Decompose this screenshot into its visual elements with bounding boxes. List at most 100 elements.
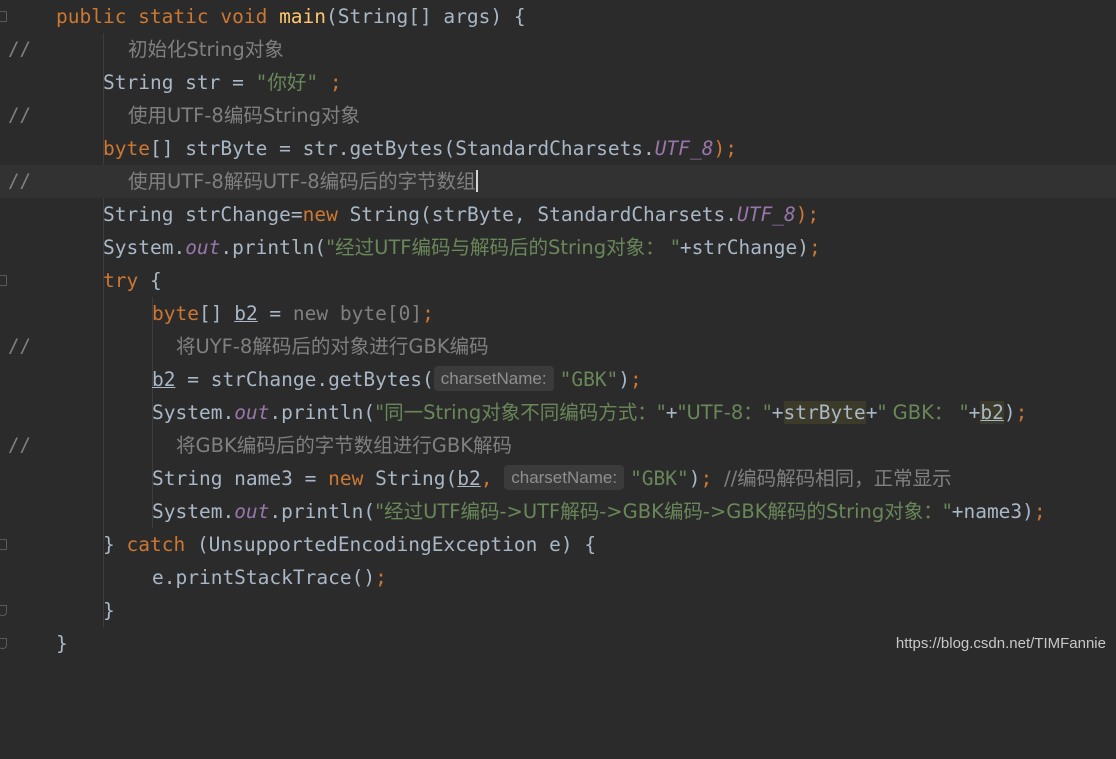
code-token: main (279, 5, 327, 28)
code-token: public static void (56, 5, 280, 28)
code-token: "同一String对象不同编码方式：" (375, 401, 666, 424)
code-token: new (328, 467, 376, 490)
code-token: new byte[0] (292, 302, 423, 325)
code-line[interactable]: try { (0, 264, 1116, 297)
text-caret (475, 170, 478, 192)
code-token: String(strByte, StandardCharsets. (349, 203, 737, 226)
code-token: ) (1003, 401, 1016, 424)
code-token: UTF_8 (654, 137, 714, 160)
code-token: ; (1033, 500, 1046, 523)
code-token: (UnsupportedEncodingException e) { (196, 533, 597, 556)
comment-marker: // (8, 170, 31, 192)
code-token: ; (630, 368, 642, 391)
code-token: ) (618, 368, 631, 391)
code-token: System. (152, 500, 235, 523)
code-token: .println( (269, 500, 376, 523)
code-line[interactable]: String str = "你好" ; (0, 66, 1116, 99)
gutter (0, 495, 44, 528)
comment-marker: // (8, 335, 31, 357)
code-line[interactable]: e.printStackTrace(); (0, 561, 1116, 594)
code-token: b2 (152, 368, 176, 391)
gutter (0, 297, 44, 330)
fold-icon[interactable] (0, 275, 7, 286)
code-token: UTF_8 (736, 203, 796, 226)
fold-end-icon[interactable] (0, 605, 7, 616)
code-line[interactable]: // 初始化String对象 (0, 33, 1116, 66)
code-line[interactable]: byte[] b2 = new byte[0]; (0, 297, 1116, 330)
code-editor[interactable]: public static void main(String[] args) {… (0, 0, 1116, 660)
fold-end-icon[interactable] (0, 638, 7, 649)
code-token: ; (1015, 401, 1028, 424)
code-token: System. (152, 401, 235, 424)
code-text: String name3 = new String(b2, charsetNam… (152, 462, 952, 495)
parameter-hint: charsetName: (433, 366, 554, 391)
code-text: String strChange=new String(strByte, Sta… (103, 198, 819, 231)
gutter: // (0, 165, 44, 198)
code-line[interactable]: public static void main(String[] args) { (0, 0, 1116, 33)
code-token: } (103, 533, 127, 556)
code-line[interactable]: } (0, 594, 1116, 627)
code-line[interactable]: System.out.println("同一String对象不同编码方式："+"… (0, 396, 1116, 429)
gutter (0, 627, 44, 660)
comment-text: 使用UTF-8解码UTF-8编码后的字节数组 (128, 170, 476, 193)
gutter (0, 0, 44, 33)
code-token: [] strByte = str.getBytes(StandardCharse… (149, 137, 655, 160)
code-token: +strChange) (679, 236, 809, 259)
code-text: b2 = strChange.getBytes(charsetName: "GBK… (152, 363, 642, 396)
gutter (0, 264, 44, 297)
gutter (0, 561, 44, 594)
code-token: System. (103, 236, 186, 259)
code-token: } (56, 632, 68, 655)
code-token: new (302, 203, 350, 226)
gutter (0, 462, 44, 495)
code-line[interactable]: byte[] strByte = str.getBytes(StandardCh… (0, 132, 1116, 165)
code-line[interactable]: String strChange=new String(strByte, Sta… (0, 198, 1116, 231)
code-token: ; (700, 467, 724, 490)
code-token: "GBK" (630, 467, 689, 490)
code-token: + (865, 401, 878, 424)
code-token: String strChange= (103, 203, 303, 226)
code-token: + (968, 401, 981, 424)
code-line[interactable]: System.out.println("经过UTF编码->UTF解码->GBK编… (0, 495, 1116, 528)
code-token: b2 (457, 467, 481, 490)
gutter (0, 363, 44, 396)
code-text: } (103, 594, 115, 627)
code-token: e.printStackTrace() (152, 566, 376, 589)
fold-icon[interactable] (0, 539, 7, 550)
code-line[interactable]: // 将UYF-8解码后的对象进行GBK编码 (0, 330, 1116, 363)
code-token: "经过UTF编码->UTF解码->GBK编码->GBK解码的String对象：" (375, 500, 952, 523)
watermark-text: https://blog.csdn.net/TIMFannie (895, 635, 1106, 652)
code-token: out (185, 236, 221, 259)
code-text: } (56, 627, 68, 660)
code-token: (String[] args) { (326, 5, 526, 28)
code-text: String str = "你好" ; (103, 66, 342, 99)
code-text: public static void main(String[] args) { (56, 0, 526, 33)
code-token: ; (375, 566, 387, 589)
code-token: [] (198, 302, 235, 325)
code-line[interactable]: // 将GBK编码后的字节数组进行GBK解码 (0, 429, 1116, 462)
gutter (0, 198, 44, 231)
code-line[interactable]: b2 = strChange.getBytes(charsetName: "GBK… (0, 363, 1116, 396)
code-line[interactable]: String name3 = new String(b2, charsetNam… (0, 462, 1116, 495)
current-code-line[interactable]: // 使用UTF-8解码UTF-8编码后的字节数组 (0, 165, 1116, 198)
comment-marker: // (8, 38, 31, 60)
code-line[interactable]: // 使用UTF-8编码String对象 (0, 99, 1116, 132)
code-text: e.printStackTrace(); (152, 561, 387, 594)
code-line[interactable]: System.out.println("经过UTF编码与解码后的String对象… (0, 231, 1116, 264)
gutter (0, 528, 44, 561)
code-token: } (103, 599, 115, 622)
fold-icon[interactable] (0, 11, 7, 22)
gutter (0, 231, 44, 264)
code-token: String( (375, 467, 458, 490)
code-line[interactable]: } catch (UnsupportedEncodingException e)… (0, 528, 1116, 561)
code-token: +name3) (951, 500, 1034, 523)
code-text: try { (103, 264, 162, 297)
comment-text: 将GBK编码后的字节数组进行GBK解码 (176, 434, 513, 457)
comment-marker: // (8, 434, 31, 456)
comment-text: 使用UTF-8编码String对象 (128, 104, 361, 127)
code-token: String name3 = (152, 467, 329, 490)
gutter: // (0, 330, 44, 363)
code-text: System.out.println("经过UTF编码->UTF解码->GBK编… (152, 495, 1046, 528)
code-token: "UTF-8：" (677, 401, 772, 424)
comment-text: 初始化String对象 (128, 38, 284, 61)
